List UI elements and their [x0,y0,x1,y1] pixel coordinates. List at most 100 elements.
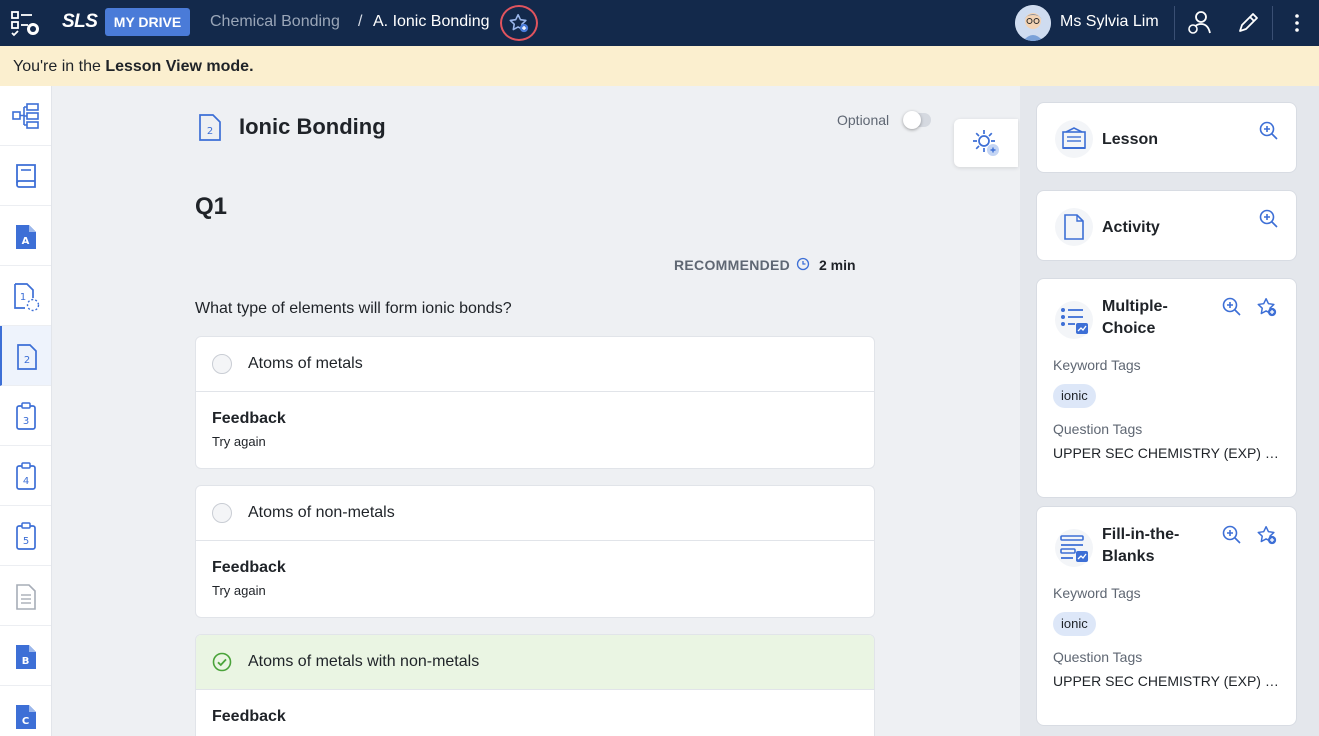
card-title: Fill-in-the- Blanks [1102,524,1179,568]
section-icon: C [15,704,36,729]
divider [1174,6,1175,40]
activity-card[interactable]: Activity [1036,190,1297,261]
question-tags-value: UPPER SEC CHEMISTRY (EXP) (2023) [1053,673,1279,689]
lesson-view-notice: You're in the Lesson View mode. [0,46,1319,86]
rail-item-document[interactable] [0,566,51,626]
rail-item-section-b[interactable]: B [0,626,51,686]
option-row[interactable]: Atoms of metals [196,337,874,392]
option-text: Atoms of metals [248,355,363,372]
zoom-in-icon[interactable] [1221,524,1243,546]
card-title-line: Choice [1102,320,1156,337]
breadcrumb-separator: / [358,13,363,30]
clipboard-icon: 5 [15,521,36,550]
keyword-tag-chip: ionic [1053,384,1096,408]
more-options-icon[interactable] [1282,8,1312,38]
feedback-block: Feedback Try again [196,541,874,598]
activity-page-icon [1055,208,1093,246]
optional-label: Optional [837,112,890,128]
recommended-time: 2 min [819,257,856,273]
svg-text:3: 3 [22,416,28,427]
gear-icon [973,130,999,156]
rail-item-quiz-4[interactable]: 4 [0,446,51,506]
rail-item-activity-1[interactable]: 1 [0,266,51,326]
section-icon: A [15,224,36,249]
zoom-in-icon[interactable] [1258,208,1280,230]
radio-button[interactable] [212,503,232,523]
svg-text:2: 2 [23,355,29,366]
feedback-title: Feedback [212,559,286,576]
clipboard-icon: 4 [15,461,36,490]
svg-text:5: 5 [22,536,28,547]
recommended-label: RECOMMENDED [674,257,791,273]
people-settings-icon[interactable] [1185,8,1215,38]
svg-text:2: 2 [207,126,213,137]
answer-option[interactable]: Atoms of non-metals Feedback Try again [195,485,875,618]
clipboard-icon: 3 [15,401,36,430]
rail-item-section-a[interactable]: A [0,206,51,266]
svg-text:B: B [21,656,29,667]
multiple-choice-icon [1055,301,1093,339]
fill-in-the-blanks-card[interactable]: Fill-in-the- Blanks Keyword Tags ionic Q… [1036,506,1297,726]
star-plus-icon[interactable] [1256,296,1278,318]
check-circle-icon [212,652,232,672]
answer-option-correct[interactable]: Atoms of metals with non-metals Feedback [195,634,875,736]
svg-text:C: C [21,716,28,727]
rail-item-activity-2[interactable]: 2 [0,326,51,386]
page-title: Ionic Bonding [239,114,386,139]
rail-item-quiz-5[interactable]: 5 [0,506,51,566]
clock-icon [796,257,810,276]
question-number: Q1 [195,193,228,220]
multiple-choice-card[interactable]: Multiple- Choice Keyword Tags ionic Ques… [1036,278,1297,498]
activity-icon: 1 [13,282,39,311]
rail-item-book[interactable] [0,146,51,206]
svg-text:4: 4 [22,476,28,487]
document-icon [15,583,36,610]
optional-toggle[interactable] [903,111,931,129]
add-favourite-button[interactable] [500,5,538,41]
question-text: What type of elements will form ionic bo… [195,300,512,317]
apps-grid-icon[interactable] [10,9,40,37]
feedback-block: Feedback [196,690,874,726]
card-title-line: Fill-in-the- [1102,526,1180,543]
user-name[interactable]: Ms Sylvia Lim [1060,13,1159,31]
question-tags-label: Question Tags [1053,649,1143,665]
option-row[interactable]: Atoms of metals with non-metals [196,635,874,690]
rail-item-quiz-3[interactable]: 3 [0,386,51,446]
svg-text:1: 1 [19,292,25,303]
divider [1272,6,1273,40]
answer-option[interactable]: Atoms of metals Feedback Try again [195,336,875,469]
book-icon [15,163,36,188]
option-text: Atoms of non-metals [248,504,395,521]
rail-item-section-c[interactable]: C [0,686,51,736]
svg-text:A: A [21,236,29,247]
question-tags-label: Question Tags [1053,421,1143,437]
card-title: Activity [1102,219,1160,236]
option-row[interactable]: Atoms of non-metals [196,486,874,541]
lesson-card[interactable]: Lesson [1036,102,1297,173]
breadcrumb-parent[interactable]: Chemical Bonding [210,13,340,31]
option-text: Atoms of metals with non-metals [248,653,480,670]
my-drive-button[interactable]: MY DRIVE [105,8,190,36]
feedback-text: Try again [212,583,266,598]
section-icon: B [15,644,36,669]
notice-prefix: You're in the [13,58,106,75]
feedback-block: Feedback Try again [196,392,874,449]
keyword-tag-chip: ionic [1053,612,1096,636]
feedback-text: Try again [212,434,266,449]
lesson-navigation-rail: A 1 2 3 4 5 B C [0,86,52,736]
avatar[interactable] [1015,5,1051,41]
keyword-tags-label: Keyword Tags [1053,357,1141,373]
sls-logo[interactable]: SLS [62,11,98,33]
settings-tab-button[interactable] [954,119,1018,167]
rail-item-lesson-map[interactable] [0,86,51,146]
question-tags-value: UPPER SEC CHEMISTRY (EXP) (2023) [1053,445,1279,461]
star-plus-icon[interactable] [1256,524,1278,546]
pencil-edit-icon[interactable] [1233,8,1263,38]
zoom-in-icon[interactable] [1221,296,1243,318]
fill-blanks-icon [1055,529,1093,567]
radio-button[interactable] [212,354,232,374]
activity-icon: 2 [16,343,37,370]
lesson-map-icon [11,102,39,129]
activity-number-icon: 2 [198,112,222,147]
zoom-in-icon[interactable] [1258,120,1280,142]
